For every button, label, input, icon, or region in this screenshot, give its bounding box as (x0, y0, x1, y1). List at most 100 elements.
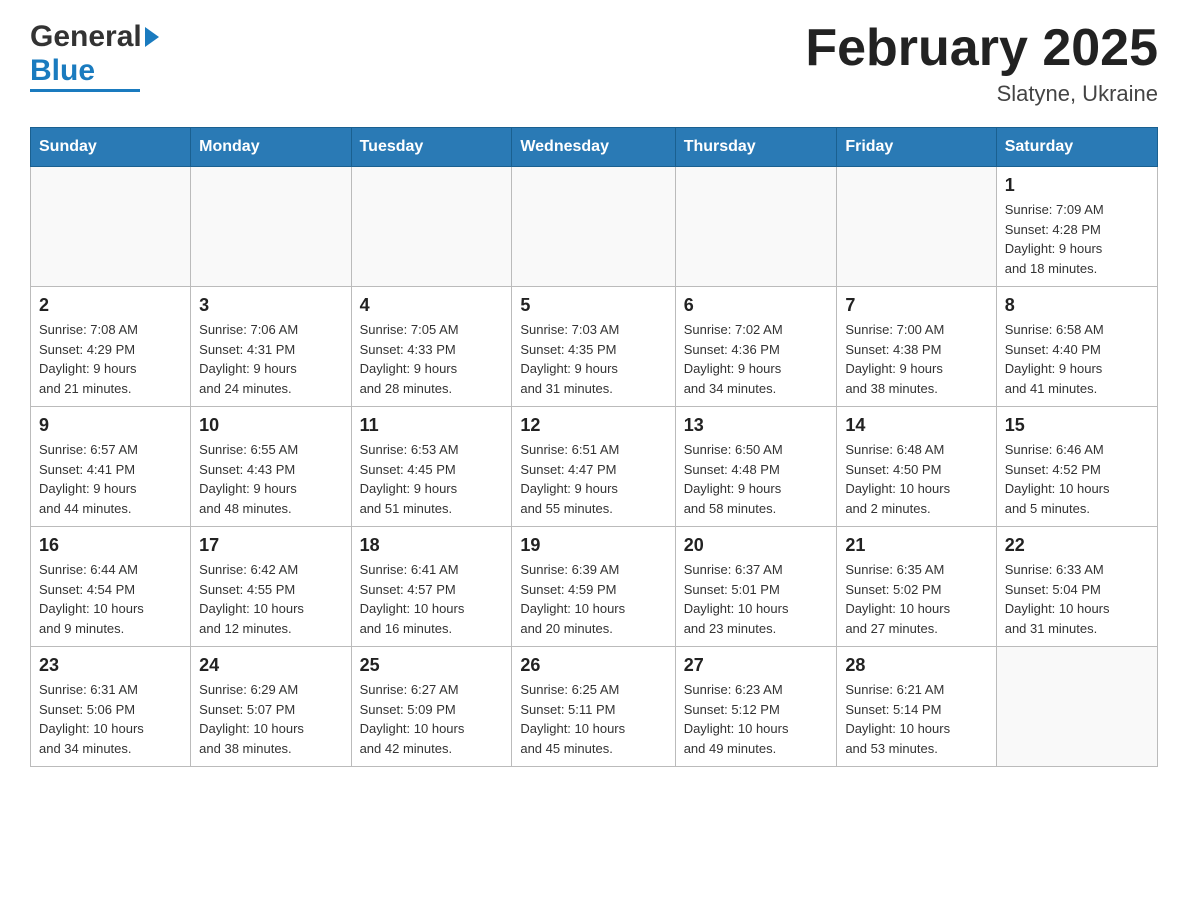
day-cell: 4 Sunrise: 7:05 AM Sunset: 4:33 PM Daylig… (351, 287, 512, 407)
day-info: Sunrise: 6:29 AM Sunset: 5:07 PM Dayligh… (199, 680, 342, 758)
day-number: 25 (360, 655, 504, 676)
day-number: 21 (845, 535, 987, 556)
header-sunday: Sunday (31, 128, 191, 167)
day-cell: 24 Sunrise: 6:29 AM Sunset: 5:07 PM Dayli… (191, 647, 351, 767)
day-number: 10 (199, 415, 342, 436)
day-cell: 28 Sunrise: 6:21 AM Sunset: 5:14 PM Dayli… (837, 647, 996, 767)
day-info: Sunrise: 7:05 AM Sunset: 4:33 PM Dayligh… (360, 320, 504, 398)
header-thursday: Thursday (675, 128, 837, 167)
logo: General Blue (30, 20, 159, 92)
day-info: Sunrise: 6:27 AM Sunset: 5:09 PM Dayligh… (360, 680, 504, 758)
day-cell (675, 167, 837, 287)
day-number: 11 (360, 415, 504, 436)
day-cell: 5 Sunrise: 7:03 AM Sunset: 4:35 PM Daylig… (512, 287, 675, 407)
day-cell: 14 Sunrise: 6:48 AM Sunset: 4:50 PM Dayli… (837, 407, 996, 527)
day-cell: 1 Sunrise: 7:09 AM Sunset: 4:28 PM Daylig… (996, 167, 1157, 287)
day-cell: 6 Sunrise: 7:02 AM Sunset: 4:36 PM Daylig… (675, 287, 837, 407)
day-cell (837, 167, 996, 287)
month-title: February 2025 (805, 20, 1158, 77)
header-friday: Friday (837, 128, 996, 167)
day-cell: 3Sunrise: 7:06 AM Sunset: 4:31 PM Daylig… (191, 287, 351, 407)
day-info: Sunrise: 7:09 AM Sunset: 4:28 PM Dayligh… (1005, 200, 1149, 278)
day-number: 28 (845, 655, 987, 676)
page-header: General Blue February 2025 Slatyne, Ukra… (30, 20, 1158, 107)
day-number: 15 (1005, 415, 1149, 436)
day-info: Sunrise: 6:46 AM Sunset: 4:52 PM Dayligh… (1005, 440, 1149, 518)
header-saturday: Saturday (996, 128, 1157, 167)
day-number: 27 (684, 655, 829, 676)
day-cell: 27 Sunrise: 6:23 AM Sunset: 5:12 PM Dayli… (675, 647, 837, 767)
day-number: 22 (1005, 535, 1149, 556)
day-info: Sunrise: 6:42 AM Sunset: 4:55 PM Dayligh… (199, 560, 342, 638)
day-info: Sunrise: 7:08 AM Sunset: 4:29 PM Dayligh… (39, 320, 182, 398)
day-info: Sunrise: 6:35 AM Sunset: 5:02 PM Dayligh… (845, 560, 987, 638)
day-info: Sunrise: 6:23 AM Sunset: 5:12 PM Dayligh… (684, 680, 829, 758)
day-cell: 18 Sunrise: 6:41 AM Sunset: 4:57 PM Dayli… (351, 527, 512, 647)
day-number: 6 (684, 295, 829, 316)
day-info: Sunrise: 7:03 AM Sunset: 4:35 PM Dayligh… (520, 320, 666, 398)
day-number: 9 (39, 415, 182, 436)
day-cell: 22 Sunrise: 6:33 AM Sunset: 5:04 PM Dayli… (996, 527, 1157, 647)
day-number: 4 (360, 295, 504, 316)
day-info: Sunrise: 6:41 AM Sunset: 4:57 PM Dayligh… (360, 560, 504, 638)
day-info: Sunrise: 6:37 AM Sunset: 5:01 PM Dayligh… (684, 560, 829, 638)
day-info: Sunrise: 6:25 AM Sunset: 5:11 PM Dayligh… (520, 680, 666, 758)
logo-general-text: General (30, 20, 142, 54)
day-cell: 25 Sunrise: 6:27 AM Sunset: 5:09 PM Dayli… (351, 647, 512, 767)
day-number: 23 (39, 655, 182, 676)
logo-underline (30, 89, 140, 92)
logo-arrow-icon (145, 27, 159, 47)
day-number: 20 (684, 535, 829, 556)
day-info: Sunrise: 6:53 AM Sunset: 4:45 PM Dayligh… (360, 440, 504, 518)
day-cell: 17 Sunrise: 6:42 AM Sunset: 4:55 PM Dayli… (191, 527, 351, 647)
day-info: Sunrise: 6:44 AM Sunset: 4:54 PM Dayligh… (39, 560, 182, 638)
day-number: 18 (360, 535, 504, 556)
day-number: 7 (845, 295, 987, 316)
header-monday: Monday (191, 128, 351, 167)
day-info: Sunrise: 7:00 AM Sunset: 4:38 PM Dayligh… (845, 320, 987, 398)
day-cell: 8 Sunrise: 6:58 AM Sunset: 4:40 PM Daylig… (996, 287, 1157, 407)
day-info: Sunrise: 6:21 AM Sunset: 5:14 PM Dayligh… (845, 680, 987, 758)
day-number: 3 (199, 295, 342, 316)
header-tuesday: Tuesday (351, 128, 512, 167)
day-cell (351, 167, 512, 287)
day-cell: 21 Sunrise: 6:35 AM Sunset: 5:02 PM Dayli… (837, 527, 996, 647)
day-cell: 10Sunrise: 6:55 AM Sunset: 4:43 PM Dayli… (191, 407, 351, 527)
week-row-4: 16 Sunrise: 6:44 AM Sunset: 4:54 PM Dayli… (31, 527, 1158, 647)
day-number: 19 (520, 535, 666, 556)
day-info: Sunrise: 6:50 AM Sunset: 4:48 PM Dayligh… (684, 440, 829, 518)
day-info: Sunrise: 6:33 AM Sunset: 5:04 PM Dayligh… (1005, 560, 1149, 638)
day-number: 12 (520, 415, 666, 436)
day-info: Sunrise: 6:58 AM Sunset: 4:40 PM Dayligh… (1005, 320, 1149, 398)
day-number: 17 (199, 535, 342, 556)
day-number: 8 (1005, 295, 1149, 316)
day-cell (31, 167, 191, 287)
day-info: Sunrise: 6:48 AM Sunset: 4:50 PM Dayligh… (845, 440, 987, 518)
day-cell: 19 Sunrise: 6:39 AM Sunset: 4:59 PM Dayli… (512, 527, 675, 647)
day-number: 14 (845, 415, 987, 436)
title-section: February 2025 Slatyne, Ukraine (805, 20, 1158, 107)
day-number: 24 (199, 655, 342, 676)
day-info: Sunrise: 6:31 AM Sunset: 5:06 PM Dayligh… (39, 680, 182, 758)
weekday-header-row: Sunday Monday Tuesday Wednesday Thursday… (31, 128, 1158, 167)
day-cell: 26 Sunrise: 6:25 AM Sunset: 5:11 PM Dayli… (512, 647, 675, 767)
day-cell (512, 167, 675, 287)
day-number: 2 (39, 295, 182, 316)
week-row-1: 1 Sunrise: 7:09 AM Sunset: 4:28 PM Daylig… (31, 167, 1158, 287)
day-info: Sunrise: 6:39 AM Sunset: 4:59 PM Dayligh… (520, 560, 666, 638)
logo-blue-text: Blue (30, 54, 95, 88)
day-number: 26 (520, 655, 666, 676)
day-number: 16 (39, 535, 182, 556)
week-row-3: 9Sunrise: 6:57 AM Sunset: 4:41 PM Daylig… (31, 407, 1158, 527)
calendar-table: Sunday Monday Tuesday Wednesday Thursday… (30, 127, 1158, 767)
day-cell: 7 Sunrise: 7:00 AM Sunset: 4:38 PM Daylig… (837, 287, 996, 407)
day-info: Sunrise: 7:02 AM Sunset: 4:36 PM Dayligh… (684, 320, 829, 398)
day-cell: 11 Sunrise: 6:53 AM Sunset: 4:45 PM Dayli… (351, 407, 512, 527)
day-number: 1 (1005, 175, 1149, 196)
week-row-2: 2 Sunrise: 7:08 AM Sunset: 4:29 PM Daylig… (31, 287, 1158, 407)
day-cell (191, 167, 351, 287)
day-cell: 20 Sunrise: 6:37 AM Sunset: 5:01 PM Dayli… (675, 527, 837, 647)
day-info: Sunrise: 6:51 AM Sunset: 4:47 PM Dayligh… (520, 440, 666, 518)
day-cell: 15 Sunrise: 6:46 AM Sunset: 4:52 PM Dayli… (996, 407, 1157, 527)
day-number: 5 (520, 295, 666, 316)
